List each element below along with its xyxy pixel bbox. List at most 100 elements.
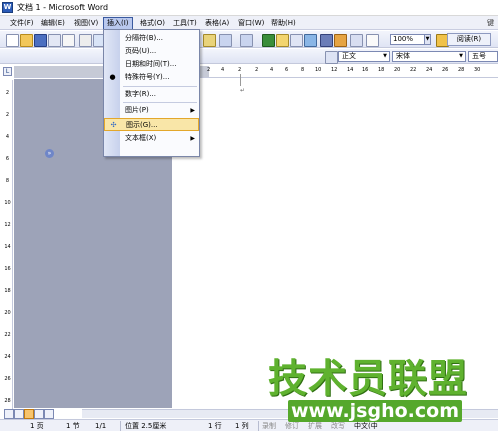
ruler-number: 22 — [4, 332, 11, 338]
web-view-icon[interactable] — [14, 409, 24, 419]
horizontal-ruler[interactable]: 2 4 2 2 4 6 8 10 12 14 16 18 20 22 24 26… — [14, 66, 498, 78]
font-value: 宋体 — [396, 52, 410, 60]
ruler-number: 20 — [4, 310, 11, 316]
undo-icon[interactable] — [219, 34, 232, 47]
outline-view-icon[interactable] — [34, 409, 44, 419]
ruler-number: 30 — [474, 67, 481, 73]
print-view-icon[interactable] — [24, 409, 34, 419]
zoom-combo[interactable]: 100% — [390, 34, 425, 45]
style-dropdown-arrow[interactable]: ▼ — [382, 53, 388, 60]
ruler-number: 2 — [5, 112, 10, 118]
diagram-icon: ✣ — [110, 121, 117, 129]
status-column: 1 列 — [235, 422, 249, 430]
font-combo[interactable]: 宋体 ▼ — [392, 51, 466, 62]
insert-excel-icon[interactable] — [304, 34, 317, 47]
menu-item-date-time[interactable]: 日期和时间(T)... — [104, 58, 199, 71]
status-record[interactable]: 录制 — [262, 421, 276, 431]
save-icon[interactable] — [34, 34, 47, 47]
drawing-icon[interactable] — [334, 34, 347, 47]
tab-selector-button[interactable]: L — [3, 67, 12, 76]
symbol-bullet-icon: ● — [109, 73, 116, 81]
menu-item-label: 日期和时间(T)... — [125, 60, 177, 68]
redo-icon[interactable] — [240, 34, 253, 47]
word-app-icon[interactable]: W — [2, 2, 13, 13]
menu-format[interactable]: 格式(O) — [137, 17, 168, 29]
menu-tools[interactable]: 工具(T) — [170, 17, 200, 29]
font-size-value: 五号 — [472, 52, 486, 60]
ruler-number: 16 — [362, 67, 369, 73]
menu-item-label: 文本框(X) — [125, 134, 157, 142]
menu-item-diagram[interactable]: ✣ 图示(G)... — [104, 118, 199, 131]
menu-item-special-symbols[interactable]: ● 特殊符号(Y)... — [104, 71, 199, 84]
menu-item-label: 图片(P) — [125, 106, 149, 114]
hyperlink-icon[interactable] — [262, 34, 275, 47]
insert-menu-dropdown: 分隔符(B)... 页码(U)... 日期和时间(T)... ● 特殊符号(Y)… — [103, 29, 200, 157]
ruler-number: 10 — [315, 67, 322, 73]
window-title: 文档 1 - Microsoft Word — [17, 3, 109, 12]
watermark-url: www.jsgho.com — [288, 400, 462, 422]
ruler-number: 12 — [4, 222, 11, 228]
menu-file[interactable]: 文件(F) — [7, 17, 37, 29]
menu-view[interactable]: 视图(V) — [71, 17, 101, 29]
status-overtype[interactable]: 改写 — [331, 421, 345, 431]
ruler-number: 4 — [270, 67, 274, 73]
ruler-number: 6 — [285, 67, 289, 73]
menu-item-page-numbers[interactable]: 页码(U)... — [104, 45, 199, 58]
status-separator — [120, 421, 121, 431]
font-size-combo[interactable]: 五号 — [468, 51, 498, 62]
status-extend[interactable]: 扩展 — [308, 421, 322, 431]
reading-view-icon[interactable] — [44, 409, 54, 419]
watermark-title: 技术员联盟 — [268, 357, 469, 402]
styles-formatting-icon[interactable] — [325, 51, 338, 64]
menu-overflow[interactable]: 键 — [487, 18, 494, 28]
expand-menu-icon[interactable]: » — [45, 149, 54, 158]
normal-view-icon[interactable] — [4, 409, 14, 419]
read-mode-button[interactable]: 阅读(R) — [447, 33, 491, 46]
insert-table-icon[interactable] — [290, 34, 303, 47]
menu-table[interactable]: 表格(A) — [202, 17, 232, 29]
menu-edit[interactable]: 编辑(E) — [38, 17, 68, 29]
ruler-number: 28 — [4, 398, 11, 404]
font-dropdown-arrow[interactable]: ▼ — [458, 53, 464, 60]
menu-item-label: 图示(G)... — [126, 121, 158, 129]
ruler-number: 10 — [4, 200, 11, 206]
menu-separator — [123, 102, 197, 103]
columns-icon[interactable] — [320, 34, 333, 47]
menu-item-break[interactable]: 分隔符(B)... — [104, 32, 199, 45]
ruler-number: 6 — [5, 156, 10, 162]
document-map-icon[interactable] — [350, 34, 363, 47]
ruler-number: 8 — [301, 67, 305, 73]
ruler-number: 26 — [4, 376, 11, 382]
menu-item-label: 页码(U)... — [125, 47, 157, 55]
status-line: 1 行 — [208, 422, 222, 430]
permission-icon[interactable] — [48, 34, 61, 47]
open-folder-icon[interactable] — [20, 34, 33, 47]
paragraph-mark: ↵ — [240, 87, 246, 94]
menu-item-textbox[interactable]: 文本框(X) ▶ — [104, 132, 199, 145]
menu-window[interactable]: 窗口(W) — [235, 17, 267, 29]
status-section: 1 节 — [66, 422, 80, 430]
status-page-count: 1/1 — [95, 422, 107, 430]
show-hide-icon[interactable] — [366, 34, 379, 47]
format-painter-icon[interactable] — [203, 34, 216, 47]
view-buttons — [2, 409, 82, 419]
ruler-number: 8 — [5, 178, 10, 184]
ruler-number: 2 — [207, 67, 211, 73]
style-value: 正文 — [342, 52, 356, 60]
status-separator — [258, 421, 259, 431]
print-icon[interactable] — [79, 34, 92, 47]
zoom-dropdown-arrow[interactable]: ▼ — [424, 34, 431, 45]
vertical-ruler[interactable]: 2 2 4 6 8 10 12 14 16 18 20 22 24 26 28 — [2, 80, 13, 410]
status-revise[interactable]: 修订 — [285, 421, 299, 431]
ruler-number: 20 — [394, 67, 401, 73]
style-combo[interactable]: 正文 ▼ — [338, 51, 390, 62]
menu-item-number[interactable]: 数字(R)... — [104, 88, 199, 101]
menu-item-picture[interactable]: 图片(P) ▶ — [104, 104, 199, 117]
ruler-number: 14 — [347, 67, 354, 73]
email-icon[interactable] — [62, 34, 75, 47]
new-document-icon[interactable] — [6, 34, 19, 47]
ruler-number: 22 — [410, 67, 417, 73]
menu-help[interactable]: 帮助(H) — [268, 17, 299, 29]
tables-borders-icon[interactable] — [276, 34, 289, 47]
ruler-number: 2 — [5, 90, 10, 96]
